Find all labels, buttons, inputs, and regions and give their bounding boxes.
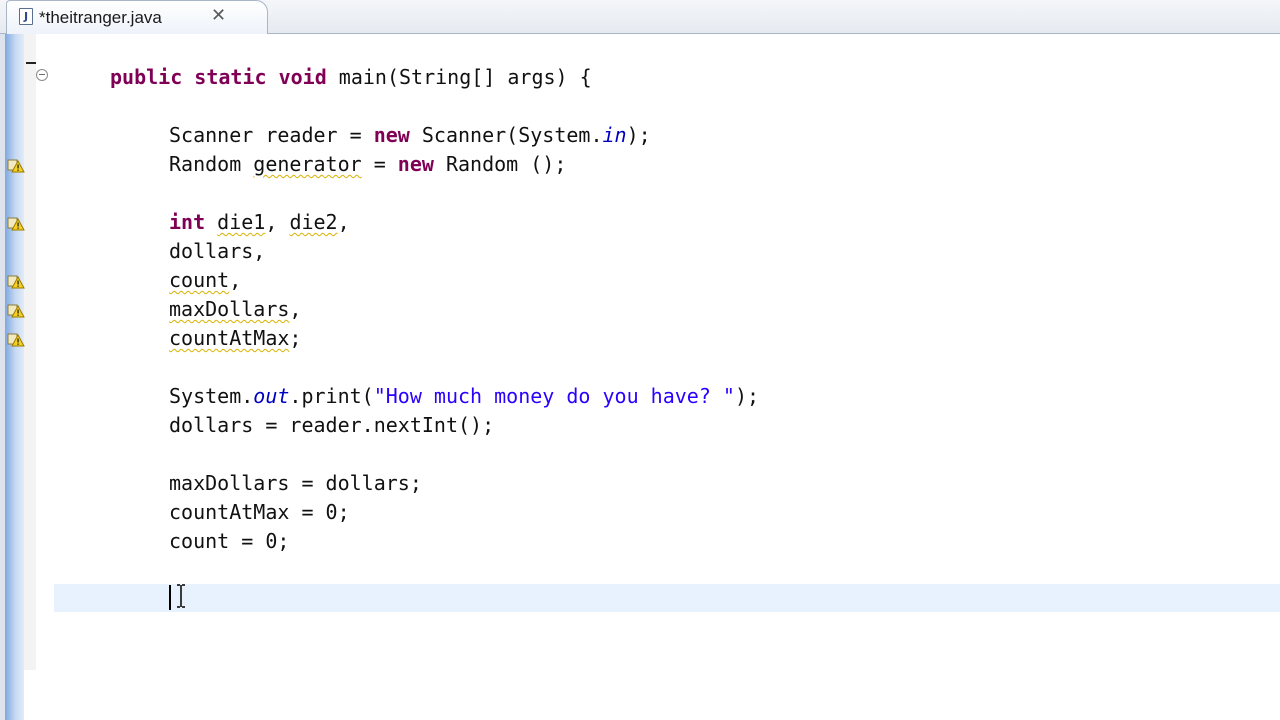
code-token: static [194,65,267,89]
code-token: maxDollars [169,297,290,321]
code-token: ); [626,123,651,147]
range-indicator [26,62,36,64]
code-token: maxDollars = dollars; [169,471,422,495]
java-file-icon: J [19,8,33,25]
code-line[interactable]: count, [169,266,241,295]
code-line[interactable]: countAtMax = 0; [169,498,350,527]
code-token: main(String[] args) { [326,65,592,89]
code-token: dollars = reader.nextInt(); [169,413,495,437]
code-token: = [361,152,398,176]
code-token: Random (); [433,152,567,176]
code-token: in [602,123,627,147]
tab-theitranger-java[interactable]: J *theitranger.java ✕ [6,0,268,34]
code-token: generator [253,152,362,176]
ibeam-cursor-icon [177,584,185,608]
line-number-gutter [24,34,36,670]
code-token: new [373,123,410,147]
code-token: countAtMax [169,326,290,350]
code-line[interactable]: int die1, die2, [169,208,350,237]
code-token: new [397,152,434,176]
code-token: Scanner(System. [409,123,603,147]
code-token: Random [169,152,254,176]
code-line[interactable]: maxDollars = dollars; [169,469,422,498]
code-token: , [289,297,302,321]
warning-icon[interactable] [7,331,25,347]
code-line[interactable]: dollars = reader.nextInt(); [169,411,494,440]
editor-tab-bar: J *theitranger.java ✕ [0,0,1280,34]
code-token: die2 [289,210,338,234]
code-token: int [169,210,206,234]
current-line-highlight [54,584,1280,612]
editor-bottom-area [24,670,1280,720]
code-token: ; [289,326,302,350]
code-token: ); [734,384,760,408]
code-token: "How much money do you have? " [373,384,735,408]
code-token: dollars, [169,239,266,263]
code-token: count = 0; [169,529,290,553]
warning-icon[interactable] [7,302,25,318]
collapse-icon[interactable] [36,69,48,81]
code-line[interactable]: countAtMax; [169,324,301,353]
annotation-ruler [5,34,24,720]
warning-icon[interactable] [7,273,25,289]
warning-icon[interactable] [7,215,25,231]
code-token: count [169,268,230,292]
code-token: out [253,384,290,408]
code-line[interactable]: maxDollars, [169,295,301,324]
code-token: public [110,65,183,89]
code-line[interactable]: Random generator = new Random (); [169,150,566,179]
code-token: , [337,210,350,234]
tab-title: *theitranger.java [39,8,162,27]
code-line[interactable]: Scanner reader = new Scanner(System.in); [169,121,651,150]
code-token: System. [169,384,254,408]
text-caret [169,585,171,610]
close-icon[interactable]: ✕ [211,5,226,26]
code-token: countAtMax = 0; [169,500,350,524]
code-token: void [278,65,327,89]
code-token: , [229,268,242,292]
code-token: die1 [217,210,266,234]
warning-icon[interactable] [7,157,25,173]
code-line[interactable]: count = 0; [169,527,289,556]
code-line[interactable]: System.out.print("How much money do you … [169,382,759,411]
code-line[interactable]: public static void main(String[] args) { [110,63,592,92]
code-token: Scanner reader = [169,123,374,147]
code-token: .print( [289,384,374,408]
code-token: , [265,210,290,234]
code-line[interactable]: dollars, [169,237,265,266]
